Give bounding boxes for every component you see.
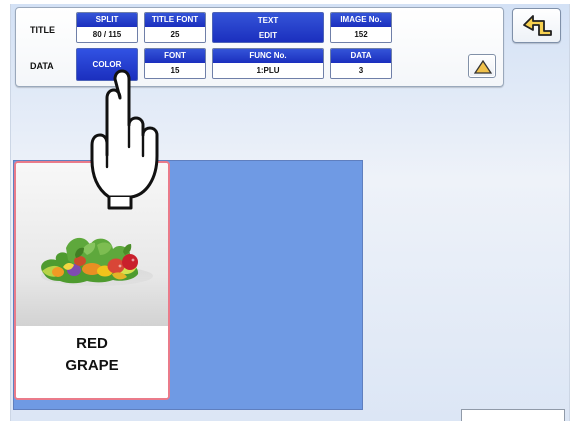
up-button[interactable] [468,54,496,78]
text-edit-line2: EDIT [258,31,278,40]
image-number-value: 152 [331,27,391,42]
screen: TITLE DATA SPLIT 80 / 115 TITLE FONT 25 … [10,4,570,421]
back-button[interactable] [512,8,561,43]
vegetable-illustration [41,237,153,286]
data-value: 3 [331,63,391,78]
font-value: 15 [145,63,205,78]
text-edit-button[interactable]: TEXT EDIT [212,12,324,43]
data-label: DATA [331,49,391,63]
item-name-line-2: GRAPE [65,357,119,374]
plu-preview-tile[interactable]: RED GRAPE [14,161,170,400]
back-arrow-icon [523,15,552,36]
top-toolbar: TITLE DATA SPLIT 80 / 115 TITLE FONT 25 … [15,7,504,87]
up-triangle-icon [474,60,492,74]
vegetable-image [16,163,168,326]
item-name: RED GRAPE [16,326,168,398]
function-number-field[interactable]: FUNC No. 1:PLU [212,48,324,79]
split-value: 80 / 115 [77,27,137,42]
image-number-label: IMAGE No. [331,13,391,27]
data-field[interactable]: DATA 3 [330,48,392,79]
item-name-line-1: RED [76,335,108,352]
split-label: SPLIT [77,13,137,27]
function-number-label: FUNC No. [213,49,323,63]
font-label: FONT [145,49,205,63]
bottom-tab[interactable] [461,409,565,421]
split-field[interactable]: SPLIT 80 / 115 [76,12,138,43]
title-font-field[interactable]: TITLE FONT 25 [144,12,206,43]
image-number-field[interactable]: IMAGE No. 152 [330,12,392,43]
title-font-label: TITLE FONT [145,13,205,27]
font-field[interactable]: FONT 15 [144,48,206,79]
function-number-value: 1:PLU [213,63,323,78]
data-row-label: DATA [30,61,54,71]
text-edit-line1: TEXT [257,16,279,25]
title-row-label: TITLE [30,25,55,35]
color-button[interactable]: COLOR [76,48,138,81]
color-label: COLOR [92,60,122,69]
title-font-value: 25 [145,27,205,42]
